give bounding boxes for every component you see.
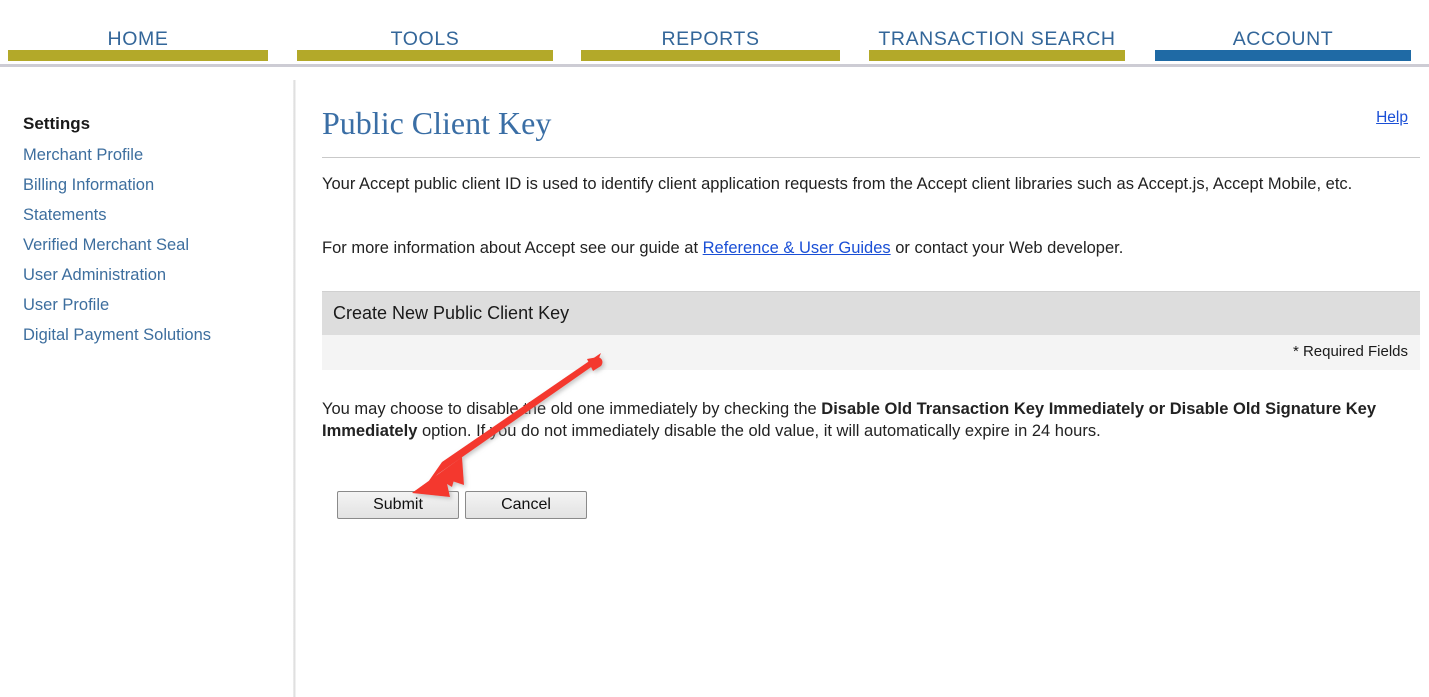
settings-sidebar: Settings Merchant Profile Billing Inform… bbox=[0, 67, 293, 697]
nav-tab-transaction-search-label: TRANSACTION SEARCH bbox=[878, 28, 1116, 50]
reference-user-guides-link[interactable]: Reference & User Guides bbox=[703, 239, 891, 257]
nav-tab-tools-label: TOOLS bbox=[390, 28, 460, 50]
nav-tab-reports-underline bbox=[581, 50, 840, 61]
notice-text-after: option. If you do not immediately disabl… bbox=[417, 422, 1101, 440]
nav-tab-tools[interactable]: TOOLS bbox=[297, 0, 553, 64]
nav-tab-transaction-search[interactable]: TRANSACTION SEARCH bbox=[869, 0, 1125, 64]
sidebar-item-user-administration[interactable]: User Administration bbox=[23, 266, 166, 285]
more-info-paragraph: For more information about Accept see ou… bbox=[322, 237, 1420, 259]
sidebar-title: Settings bbox=[23, 114, 91, 133]
required-fields-label: * Required Fields bbox=[1292, 343, 1408, 360]
nav-tab-tools-underline bbox=[297, 50, 553, 61]
sidebar-item-statements[interactable]: Statements bbox=[23, 206, 106, 225]
nav-tab-account[interactable]: ACCOUNT bbox=[1155, 0, 1411, 64]
nav-tab-home[interactable]: HOME bbox=[8, 0, 268, 64]
nav-tab-account-label: ACCOUNT bbox=[1232, 28, 1334, 50]
sidebar-item-merchant-profile[interactable]: Merchant Profile bbox=[23, 146, 143, 165]
nav-tab-reports-label: REPORTS bbox=[661, 28, 760, 50]
intro-paragraph: Your Accept public client ID is used to … bbox=[322, 175, 1353, 193]
nav-tab-transaction-search-underline bbox=[869, 50, 1125, 61]
help-link[interactable]: Help bbox=[1376, 109, 1408, 127]
sidebar-item-user-profile[interactable]: User Profile bbox=[23, 296, 109, 315]
cancel-button[interactable]: Cancel bbox=[465, 491, 587, 519]
section-header-label: Create New Public Client Key bbox=[333, 303, 570, 323]
sidebar-item-billing-information[interactable]: Billing Information bbox=[23, 176, 154, 195]
nav-tab-home-underline bbox=[8, 50, 268, 61]
top-navigation-bar: HOME TOOLS REPORTS TRANSACTION SEARCH AC… bbox=[0, 0, 1429, 67]
nav-tab-home-label: HOME bbox=[107, 28, 169, 50]
page-title: Public Client Key bbox=[322, 105, 552, 141]
nav-tab-account-underline bbox=[1155, 50, 1411, 61]
nav-tab-reports[interactable]: REPORTS bbox=[581, 0, 840, 64]
submit-button[interactable]: Submit bbox=[337, 491, 459, 519]
sidebar-item-verified-merchant-seal[interactable]: Verified Merchant Seal bbox=[23, 236, 189, 255]
notice-text-before: You may choose to disable the old one im… bbox=[322, 400, 822, 418]
disable-old-key-notice: You may choose to disable the old one im… bbox=[322, 398, 1422, 442]
sidebar-item-digital-payment-solutions[interactable]: Digital Payment Solutions bbox=[23, 326, 211, 345]
title-horizontal-rule bbox=[322, 157, 1420, 158]
required-fields-row: * Required Fields bbox=[322, 335, 1420, 370]
more-info-text-after: or contact your Web developer. bbox=[890, 239, 1124, 257]
create-new-public-client-key-header: Create New Public Client Key bbox=[322, 291, 1420, 336]
main-content-panel: Public Client Key Help Your Accept publi… bbox=[296, 67, 1429, 697]
more-info-text-before: For more information about Accept see ou… bbox=[322, 239, 703, 257]
